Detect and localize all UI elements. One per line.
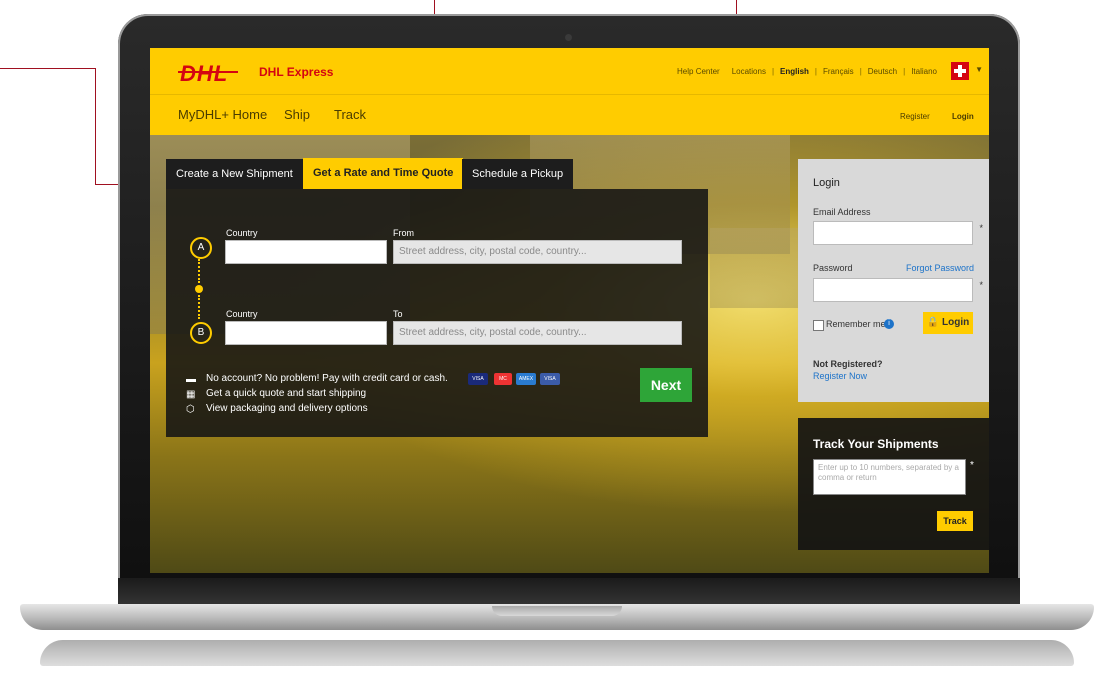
info-icon[interactable]: i — [884, 319, 894, 329]
swiss-flag-icon[interactable] — [951, 62, 969, 80]
camera-icon — [565, 34, 572, 41]
language-italiano[interactable]: Italiano — [905, 67, 943, 76]
link-locations[interactable]: Locations — [726, 67, 772, 76]
callout-line — [95, 68, 96, 185]
callout-line — [0, 68, 95, 69]
to-country-input[interactable] — [225, 321, 387, 345]
credit-card-icon: ▬ — [186, 374, 196, 385]
info-pay-card: No account? No problem! Pay with credit … — [206, 373, 448, 384]
route-dotted-line — [198, 259, 200, 283]
login-title: Login — [813, 177, 840, 189]
register-now-link[interactable]: Register Now — [813, 371, 867, 381]
visa-icon: VISA — [468, 373, 488, 385]
info-packaging: View packaging and delivery options — [206, 403, 368, 414]
top-bar: DHL DHL Express Help Center Locations | … — [150, 48, 989, 94]
amex-icon: AMEX — [516, 373, 536, 385]
from-address-input[interactable]: Street address, city, postal code, count… — [393, 240, 682, 264]
top-links: Help Center Locations | English | França… — [671, 67, 943, 76]
from-country-input[interactable] — [225, 240, 387, 264]
language-deutsch[interactable]: Deutsch — [862, 67, 903, 76]
laptop-reflection — [40, 640, 1074, 666]
track-title: Track Your Shipments — [813, 437, 939, 451]
to-address-input[interactable]: Street address, city, postal code, count… — [393, 321, 682, 345]
track-button[interactable]: Track — [937, 511, 973, 531]
login-button-label: Login — [942, 317, 970, 328]
nav-mydhl-home[interactable]: MyDHL+ Home — [178, 107, 267, 122]
laptop-notch — [492, 606, 622, 616]
required-marker: * — [970, 460, 974, 471]
from-label: From — [393, 228, 414, 238]
nav-bar: MyDHL+ Home Ship Track Register Login — [150, 94, 989, 135]
not-registered-text: Not Registered? — [813, 359, 883, 369]
to-label: To — [393, 309, 403, 319]
tab-create-shipment[interactable]: Create a New Shipment — [166, 159, 303, 189]
language-francais[interactable]: Français — [817, 67, 860, 76]
destination-b-icon: B — [190, 322, 212, 344]
mastercard-icon: MC — [494, 373, 512, 385]
remember-me-label: Remember me — [826, 319, 886, 329]
calculator-icon: ▦ — [186, 389, 196, 400]
remember-me-checkbox[interactable] — [813, 320, 824, 331]
nav-track[interactable]: Track — [334, 107, 366, 122]
info-quick-quote: Get a quick quote and start shipping — [206, 388, 367, 399]
track-panel: Track Your Shipments Enter up to 10 numb… — [798, 418, 989, 550]
password-field[interactable] — [813, 278, 973, 302]
package-icon: ⬡ — [186, 404, 195, 415]
background-bridge — [710, 228, 810, 308]
tab-schedule-pickup[interactable]: Schedule a Pickup — [462, 159, 574, 189]
route-dot — [195, 285, 203, 293]
email-label: Email Address — [813, 207, 871, 217]
password-label: Password — [813, 263, 853, 273]
route-dotted-line — [198, 295, 200, 319]
tab-rate-quote[interactable]: Get a Rate and Time Quote — [303, 158, 464, 189]
login-panel: Login Email Address * Password Forgot Pa… — [798, 159, 989, 402]
lock-icon: 🔒 — [926, 317, 940, 328]
email-field[interactable] — [813, 221, 973, 245]
to-country-label: Country — [226, 309, 258, 319]
language-english[interactable]: English — [774, 67, 815, 76]
visa-electron-icon: VISA — [540, 373, 560, 385]
login-button[interactable]: 🔒 Login — [923, 312, 973, 334]
dhl-logo[interactable]: DHL — [180, 61, 228, 87]
tracking-numbers-input[interactable]: Enter up to 10 numbers, separated by a c… — [813, 459, 966, 495]
quote-panel: A B Country From Street address, city, p… — [166, 189, 708, 437]
link-help-center[interactable]: Help Center — [671, 67, 726, 76]
next-button[interactable]: Next — [640, 368, 692, 402]
required-marker: * — [979, 280, 983, 290]
nav-ship[interactable]: Ship — [284, 107, 310, 122]
register-link[interactable]: Register — [900, 112, 930, 121]
chevron-down-icon[interactable]: ▼ — [975, 65, 983, 74]
login-link[interactable]: Login — [952, 112, 974, 121]
required-marker: * — [979, 223, 983, 233]
forgot-password-link[interactable]: Forgot Password — [906, 263, 974, 273]
origin-a-icon: A — [190, 237, 212, 259]
screen: DHL DHL Express Help Center Locations | … — [150, 48, 989, 573]
brand-name: DHL Express — [259, 65, 334, 79]
from-country-label: Country — [226, 228, 258, 238]
